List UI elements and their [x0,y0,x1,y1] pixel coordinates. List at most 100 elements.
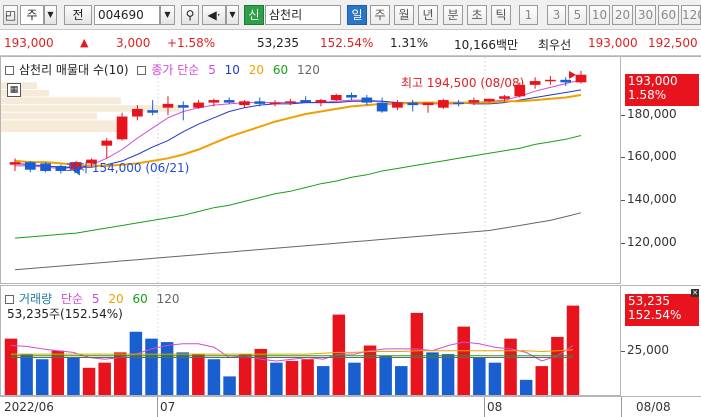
volume-toggle-checkbox[interactable] [5,295,14,304]
volume-bar [316,366,330,395]
current-volume-tag: 53,235 152.54% [625,294,699,326]
volume-bar [441,354,455,395]
volume-title: 거래량 [19,292,53,306]
current-price-tag: 193,000 1.58% [625,74,699,106]
period-month-label: 월 [398,8,410,22]
candle-body [132,108,143,117]
volume-bar [348,362,361,395]
volume-bar [410,312,424,395]
market-select[interactable]: 주 [20,5,44,25]
code-dropdown-icon[interactable]: ▼ [160,5,175,25]
tab-period-year[interactable]: 년 [418,5,438,25]
speaker-icon[interactable]: ◀· [202,5,226,25]
candle-body [40,163,51,171]
ma60-line [14,135,582,239]
search-icon[interactable]: ⚲ [181,5,199,25]
interval-30-button[interactable]: 30 [635,5,656,25]
candle-body [162,103,174,108]
trade-value: 10,166백만 [454,38,519,52]
candle-body [24,162,36,170]
period-week-label: 주 [374,8,386,22]
vma5-line [10,341,574,362]
volume-bar [20,354,33,395]
tab-period-minute[interactable]: 분 [443,5,463,25]
interval-10-button[interactable]: 10 [589,5,610,25]
axis-tick [621,351,625,352]
volume-bar [82,367,96,395]
interval-20-label: 20 [614,8,631,22]
ticker-badge-label: 신 [248,8,260,22]
window-menu-icon[interactable]: ◰ [3,5,18,25]
volume-bar [363,345,377,395]
stock-toggle-checkbox[interactable] [5,66,14,75]
current-price: 193,000 [4,36,54,50]
close-icon[interactable]: ✕ [691,289,699,297]
stock-name-field[interactable]: 삼천리 [265,5,341,25]
market-dropdown-icon[interactable]: ▼ [44,5,57,25]
volume-bar [504,338,517,395]
volume-bar [67,357,80,395]
interval-1-button[interactable]: 1 [519,5,538,25]
candle-body [453,102,464,105]
candle-body [223,100,235,103]
interval-3-button[interactable]: 3 [547,5,566,25]
tab-period-second[interactable]: 초 [467,5,487,25]
vma20-line [11,349,574,355]
y-tick-label: 25,000 [627,343,669,357]
volume-current-label: 53,235주(152.54%) [7,307,123,321]
ma120-legend: 120 [296,63,320,77]
ma-toggle-checkbox[interactable] [137,66,147,75]
grid-table-icon[interactable]: ▦ [7,83,21,97]
current-price-tag-value: 193,000 [628,74,678,88]
tab-period-week[interactable]: 주 [370,5,390,25]
volume-bar [473,357,486,395]
candle-body [9,162,21,165]
volume-profile-bar [1,112,97,120]
volume-bar [457,326,470,395]
volume-bar [270,362,283,395]
period-year-label: 년 [422,8,434,22]
ticker-badge: 신 [244,5,264,25]
volume-bar [192,354,205,395]
interval-120-label: 120 [682,8,700,22]
stock-code-input[interactable]: 004690 [94,5,160,25]
prev-button[interactable]: 전 [64,5,92,25]
tab-period-tick[interactable]: 틱 [491,5,511,25]
quote-strip: 193,000 ▲ 3,000 +1.58% 53,235 152.54% 1.… [0,30,701,56]
volume-profile-bar [1,97,121,105]
candle-body [55,165,67,171]
speaker-dropdown-icon[interactable]: ▼ [226,5,239,25]
tab-period-day[interactable]: 일 [347,5,367,25]
candle-body [346,95,357,98]
high-marker-arrow [569,70,576,79]
stock-label: 삼천리 매물대 수(10) [19,63,129,77]
candle-body [284,101,296,103]
interval-5-button[interactable]: 5 [568,5,587,25]
candle-body [422,102,434,106]
volume-bar [301,359,314,395]
tab-period-month[interactable]: 월 [394,5,414,25]
candle-body [208,100,220,103]
date-tick-label: 08/08 [636,400,671,414]
candle-body [499,96,510,99]
low-annotation: 최저 154,000 (06/21) [66,161,190,175]
interval-120-button[interactable]: 120 [681,5,701,25]
interval-20-button[interactable]: 20 [612,5,633,25]
stock-name-value: 삼천리 [269,8,303,22]
candle-body [529,81,541,85]
volume-bar [519,379,533,395]
candle-body [254,101,266,104]
volume-chart-panel[interactable]: 거래량 단순 5 20 60 120 53,235주(152.54%) [0,285,621,396]
vma60-legend: 60 [132,292,148,306]
volume-profile-bar [1,120,121,132]
candle-body [437,100,449,108]
price-chart-panel[interactable]: 삼천리 매물대 수(10) 종가 단순 5 10 20 60 120 ▦ 최고 … [0,56,621,284]
interval-30-label: 30 [637,8,654,22]
candle-body [269,102,281,105]
date-tick-label: 07 [160,400,176,414]
date-divider [157,397,158,417]
volume-bar [114,352,127,395]
volume-bar [176,352,189,395]
interval-60-button[interactable]: 60 [658,5,679,25]
interval-60-label: 60 [660,8,677,22]
